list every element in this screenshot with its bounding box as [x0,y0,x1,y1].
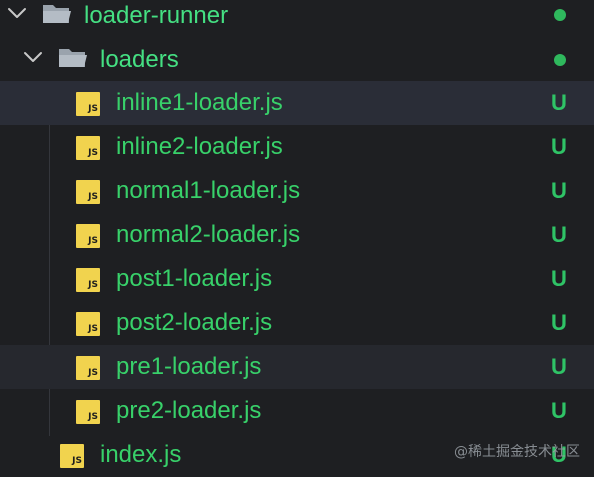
js-file-icon: JS [76,400,100,424]
tree-item-file[interactable]: JS post1-loader.js U [0,257,594,301]
tree-item-label: inline2-loader.js [116,133,283,160]
git-status-badge: U [551,178,567,203]
git-status-badge: U [551,222,567,247]
tree-item-label: loaders [100,46,179,73]
tree-item-label: loader-runner [84,2,229,29]
git-status-badge: U [551,90,567,115]
git-modified-dot [554,9,566,21]
tree-item-file[interactable]: JS pre2-loader.js U [0,389,594,433]
tree-item-label: post1-loader.js [116,265,273,292]
git-status-badge: U [551,266,567,291]
folder-open-icon [59,49,87,67]
git-status-badge: U [551,310,567,335]
tree-item-file[interactable]: JS inline2-loader.js U [0,125,594,169]
git-status-badge: U [551,134,567,159]
js-file-icon: JS [60,444,84,468]
chevron-down-icon[interactable] [21,45,45,69]
js-file-icon: JS [76,312,100,336]
tree-item-file[interactable]: JS pre1-loader.js U [0,345,594,389]
tree-item-label: post2-loader.js [116,309,273,336]
watermark: @稀土掘金技术社区 [454,444,580,460]
tree-item-label: pre1-loader.js [116,353,262,380]
js-file-icon: JS [76,180,100,204]
tree-item-file[interactable]: JS normal1-loader.js U [0,169,594,213]
tree-item-loader-runner[interactable]: loader-runner [0,0,594,38]
tree-item-label: pre2-loader.js [116,397,262,424]
tree-item-file[interactable]: JS normal2-loader.js U [0,213,594,257]
tree-item-label: index.js [100,441,182,468]
git-modified-dot [554,54,566,66]
git-status-badge: U [551,354,567,379]
tree-item-label: inline1-loader.js [116,89,283,116]
git-status-badge: U [551,398,567,423]
tree-item-loaders[interactable]: loaders [0,38,594,82]
js-file-icon: JS [76,356,100,380]
js-file-icon: JS [76,268,100,292]
chevron-down-icon[interactable] [5,1,29,25]
js-file-icon: JS [76,92,100,116]
tree-item-file[interactable]: JS inline1-loader.js U [0,81,594,125]
tree-item-label: normal1-loader.js [116,177,301,204]
file-explorer-tree: loader-runner loaders JS inline1-loader.… [0,0,594,477]
folder-open-icon [43,5,71,23]
tree-item-file[interactable]: JS post2-loader.js U [0,301,594,345]
tree-item-label: normal2-loader.js [116,221,301,248]
js-file-icon: JS [76,224,100,248]
js-file-icon: JS [76,136,100,160]
